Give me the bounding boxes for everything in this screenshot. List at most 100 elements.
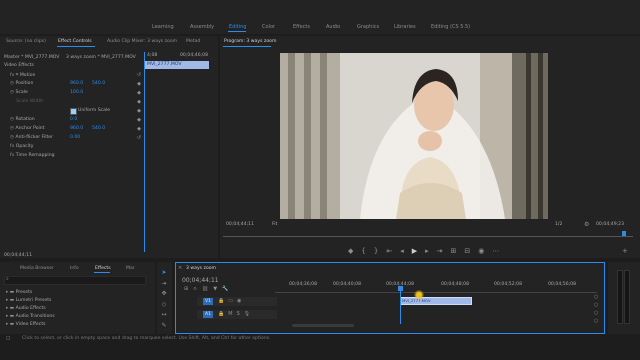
antiflicker-value[interactable]: 0.00 [70, 135, 80, 140]
close-icon[interactable]: × [178, 265, 182, 271]
timeline-playhead[interactable] [400, 286, 401, 324]
folder-label: Video Effects [15, 322, 46, 327]
settings-icon[interactable]: 🔧 [222, 286, 233, 292]
mark-out-icon[interactable]: } [374, 247, 386, 255]
step-back-icon[interactable]: ◂ [400, 247, 412, 255]
track-target-a1[interactable]: A1 [203, 311, 213, 318]
video-frame[interactable] [280, 53, 548, 219]
track-select-tool-icon[interactable]: ⇥ [160, 279, 168, 290]
selection-tool-icon[interactable]: ➤ [160, 268, 168, 279]
tab-markers[interactable]: Mar [126, 266, 135, 271]
ripple-edit-tool-icon[interactable]: ✥ [160, 289, 168, 300]
rotation-value[interactable]: 0.0 [70, 117, 77, 122]
pen-tool-icon[interactable]: ✎ [160, 321, 168, 332]
effect-controls-timecode[interactable]: 00;04;44;11 [4, 253, 32, 258]
master-clip-label[interactable]: Master * MVI_2777.MOV [4, 55, 59, 60]
sequence-clip-label[interactable]: 3 ways zoom * MVI_2777.MOV [66, 55, 136, 60]
step-forward-icon[interactable]: ▸ [425, 247, 437, 255]
program-timecode[interactable]: 00;04;44;11 [226, 222, 254, 227]
tab-effect-controls[interactable]: Effect Controls [58, 39, 92, 44]
nest-icon[interactable]: ⊞ [184, 286, 193, 292]
program-playhead-marker[interactable] [622, 231, 626, 236]
timeline-scrollbar[interactable] [292, 324, 354, 327]
opacity-row[interactable]: fx Opacity [10, 144, 33, 149]
wrench-icon[interactable]: ⚙ [584, 221, 589, 228]
tab-effects[interactable]: Effects [95, 266, 111, 271]
program-monitor-title[interactable]: Program: 3 ways zoom [224, 39, 276, 44]
linked-select-icon[interactable]: ⛓ [202, 286, 213, 292]
effects-folder-video-effects[interactable]: ▸ ▬ Video Effects [6, 322, 46, 327]
tab-media-browser[interactable]: Media Browser [20, 266, 54, 271]
slip-tool-icon[interactable]: ↦ [160, 310, 168, 321]
workspace-tab-assembly[interactable]: Assembly [190, 24, 214, 32]
keyframe-nav-icon[interactable]: ◆ [135, 107, 143, 116]
mute-icon[interactable]: M [228, 311, 236, 317]
anchor-y-value[interactable]: 540.0 [92, 126, 105, 131]
effects-folder-audio-transitions[interactable]: ▸ ▬ Audio Transitions [6, 314, 55, 319]
effects-folder-presets[interactable]: ▸ ▬ Presets [6, 290, 32, 295]
mic-icon[interactable]: 🎙 [244, 311, 254, 317]
effects-folder-audio-effects[interactable]: ▸ ▬ Audio Effects [6, 306, 46, 311]
keyframe-nav-icon[interactable]: ◆ [135, 80, 143, 89]
solo-icon[interactable]: S [237, 311, 244, 317]
tab-metadata[interactable]: Metad [186, 39, 200, 44]
play-icon[interactable]: ▶ [412, 247, 425, 255]
extract-icon[interactable]: ⊟ [464, 247, 478, 255]
keyframe-toggle-icon[interactable]: ○ [594, 301, 598, 309]
effects-folder-lumetri[interactable]: ▸ ▬ Lumetri Presets [6, 298, 51, 303]
anchor-x-value[interactable]: 960.0 [70, 126, 83, 131]
tab-audio-clip-mixer[interactable]: Audio Clip Mixer: 3 ways zoom [107, 39, 177, 44]
position-x-value[interactable]: 960.0 [70, 81, 83, 86]
motion-row[interactable]: fx ⌗ Motion [10, 72, 35, 78]
razor-tool-icon[interactable]: ◇ [160, 300, 168, 311]
fit-dropdown[interactable]: Fit [272, 222, 277, 227]
timeline-ruler[interactable] [275, 290, 597, 293]
program-scrub-bar[interactable] [223, 232, 633, 237]
effects-search-input[interactable] [4, 276, 146, 285]
more-icon[interactable]: ⋯ [492, 247, 507, 255]
add-marker-icon[interactable]: ▼ [213, 286, 222, 292]
add-marker-icon[interactable]: ◆ [348, 247, 361, 255]
workspace-tab-effects[interactable]: Effects [293, 24, 310, 32]
workspace-tab-libraries[interactable]: Libraries [394, 24, 416, 32]
lift-icon[interactable]: ⊞ [451, 247, 465, 255]
track-target-v1[interactable]: V1 [203, 298, 213, 305]
uniform-scale-checkbox[interactable] [70, 108, 77, 115]
keyframe-toggle-icon[interactable]: ○ [594, 309, 598, 317]
workspace-tab-color[interactable]: Color [262, 24, 275, 32]
keyframe-nav-icon[interactable]: ◆ [135, 116, 143, 125]
time-remap-row[interactable]: fx Time Remapping [10, 153, 55, 158]
position-y-value[interactable]: 540.0 [92, 81, 105, 86]
tab-info[interactable]: Info [70, 266, 79, 271]
timeline-sequence-tab[interactable]: 3 ways zoom [186, 266, 216, 271]
go-to-out-icon[interactable]: ⇥ [437, 247, 451, 255]
reset-icon[interactable]: ↺ [135, 71, 143, 80]
snap-icon[interactable]: ∩ [193, 286, 202, 292]
workspace-tab-audio[interactable]: Audio [326, 24, 340, 32]
workspace-tab-learning[interactable]: Learning [152, 24, 174, 32]
workspace-tab-graphics[interactable]: Graphics [357, 24, 379, 32]
sync-icon[interactable]: ▭ [228, 298, 237, 304]
workspace-tab-editing-cs55[interactable]: Editing (CS 5.5) [431, 24, 470, 32]
reset-icon[interactable]: ↺ [135, 134, 143, 143]
keyframe-nav-icon[interactable]: ◆ [135, 98, 143, 107]
lock-icon[interactable]: 🔒 [218, 298, 228, 304]
go-to-in-icon[interactable]: ⇤ [386, 247, 400, 255]
export-frame-icon[interactable]: ◉ [478, 247, 492, 255]
mini-playhead-line[interactable] [144, 52, 145, 252]
add-button-icon[interactable]: + [622, 247, 628, 255]
audio-meter-left [617, 270, 623, 324]
timeline-playhead-handle[interactable] [398, 286, 403, 291]
mark-in-icon[interactable]: { [361, 247, 373, 255]
tab-source[interactable]: Source: (no clips) [6, 39, 46, 44]
scale-value[interactable]: 100.0 [70, 90, 83, 95]
lock-icon[interactable]: 🔒 [218, 311, 228, 317]
resolution-dropdown[interactable]: 1/2 [555, 222, 562, 227]
eye-icon[interactable]: ◉ [237, 298, 245, 304]
keyframe-nav-icon[interactable]: ◆ [135, 125, 143, 134]
timeline-timecode[interactable]: 00;04;44;11 [182, 277, 219, 284]
keyframe-toggle-icon[interactable]: ○ [594, 317, 598, 325]
keyframe-nav-icon[interactable]: ◆ [135, 89, 143, 98]
transport-controls: ◆{}⇤◂▶▸⇥⊞⊟◉⋯ [348, 247, 507, 255]
keyframe-toggle-icon[interactable]: ○ [594, 293, 598, 301]
